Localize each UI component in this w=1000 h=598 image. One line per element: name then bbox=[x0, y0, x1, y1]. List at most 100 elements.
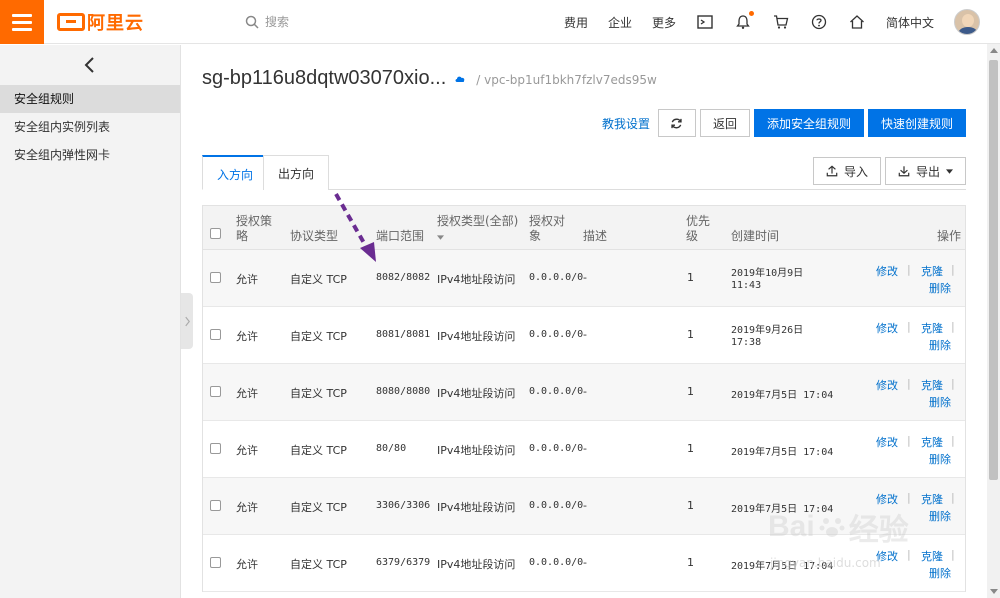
back-button[interactable]: 返回 bbox=[699, 109, 750, 137]
op-separator: | bbox=[907, 548, 911, 561]
select-all-checkbox[interactable] bbox=[210, 228, 221, 239]
clone-link[interactable]: 克隆 bbox=[921, 320, 943, 336]
clone-link[interactable]: 克隆 bbox=[921, 491, 943, 507]
cell-priority: 1 bbox=[687, 556, 694, 569]
watermark-url: jingyan.baidu.com bbox=[770, 556, 881, 570]
export-dropdown[interactable]: 导出 bbox=[884, 157, 966, 185]
clone-link[interactable]: 克隆 bbox=[921, 263, 943, 279]
row-checkbox[interactable] bbox=[210, 557, 221, 568]
search-box[interactable]: 搜索 bbox=[245, 13, 289, 30]
delete-link[interactable]: 删除 bbox=[929, 280, 951, 296]
op-separator: | bbox=[951, 320, 955, 333]
delete-link[interactable]: 删除 bbox=[929, 337, 951, 353]
tab-outbound[interactable]: 出方向 bbox=[263, 155, 330, 190]
cell-created-time: 11:43 bbox=[731, 280, 762, 291]
nav-enterprise[interactable]: 企业 bbox=[608, 14, 632, 31]
top-bar: 阿里云 搜索 费用 企业 更多 简体中文 bbox=[0, 0, 1000, 44]
cell-protocol: 自定义 TCP bbox=[290, 273, 347, 286]
bell-icon[interactable] bbox=[734, 11, 754, 31]
row-checkbox[interactable] bbox=[210, 272, 221, 283]
clone-link[interactable]: 克隆 bbox=[921, 434, 943, 450]
scroll-up-icon[interactable] bbox=[990, 48, 998, 53]
edit-link[interactable]: 修改 bbox=[876, 320, 898, 336]
cell-priority: 1 bbox=[687, 271, 694, 284]
vpc-id: / vpc-bp1uf1bkh7fzlv7eds95w bbox=[476, 73, 657, 87]
menu-bar-icon bbox=[12, 27, 32, 31]
sidebar-item-security-rules[interactable]: 安全组规则 bbox=[0, 85, 180, 113]
cell-protocol: 自定义 TCP bbox=[290, 558, 347, 571]
edit-link[interactable]: 修改 bbox=[876, 434, 898, 450]
op-separator: | bbox=[951, 491, 955, 504]
cell-auth-type: IPv4地址段访问 bbox=[437, 330, 516, 343]
tab-inbound[interactable]: 入方向 bbox=[202, 155, 269, 190]
import-button[interactable]: 导入 bbox=[812, 157, 881, 185]
cell-auth-type: IPv4地址段访问 bbox=[437, 444, 516, 457]
download-icon bbox=[898, 166, 910, 177]
cell-created-time: 17:38 bbox=[731, 337, 762, 348]
clone-link[interactable]: 克隆 bbox=[921, 377, 943, 393]
cell-created-date: 2019年9月26日 bbox=[731, 325, 804, 336]
clone-link[interactable]: 克隆 bbox=[921, 548, 943, 564]
row-checkbox[interactable] bbox=[210, 443, 221, 454]
nav-more[interactable]: 更多 bbox=[652, 14, 676, 31]
edit-link[interactable]: 修改 bbox=[876, 263, 898, 279]
caret-down-icon bbox=[437, 235, 444, 240]
language-switch[interactable]: 简体中文 bbox=[886, 14, 934, 31]
delete-link[interactable]: 删除 bbox=[929, 565, 951, 581]
help-setup-link[interactable]: 教我设置 bbox=[602, 115, 650, 132]
cloud-icon[interactable] bbox=[454, 74, 466, 84]
row-checkbox[interactable] bbox=[210, 329, 221, 340]
op-separator: | bbox=[907, 263, 911, 276]
help-icon[interactable] bbox=[810, 13, 828, 31]
add-rule-button[interactable]: 添加安全组规则 bbox=[753, 109, 864, 137]
scroll-thumb[interactable] bbox=[989, 60, 998, 480]
user-avatar[interactable] bbox=[954, 9, 980, 35]
cell-description: - bbox=[583, 271, 587, 284]
col-created: 创建时间 bbox=[731, 229, 780, 243]
cell-policy: 允许 bbox=[236, 273, 258, 286]
aliyun-logo-icon bbox=[57, 13, 85, 31]
cell-description: - bbox=[583, 442, 587, 455]
refresh-button[interactable] bbox=[657, 109, 696, 137]
quick-create-rule-button[interactable]: 快速创建规则 bbox=[867, 109, 966, 137]
sidebar-collapse-handle[interactable] bbox=[181, 293, 193, 349]
col-auth-type[interactable]: 授权类型(全部) bbox=[437, 214, 518, 244]
page-header: sg-bp116u8dqtw03070xio... / vpc-bp1uf1bk… bbox=[202, 67, 657, 90]
home-icon[interactable] bbox=[848, 13, 866, 31]
delete-link[interactable]: 删除 bbox=[929, 451, 951, 467]
sidebar-item-instances[interactable]: 安全组内实例列表 bbox=[0, 113, 180, 141]
col-policy: 授权策略 bbox=[236, 214, 273, 243]
cart-icon[interactable] bbox=[772, 13, 790, 31]
chevron-right-icon bbox=[184, 316, 190, 326]
hamburger-menu-button[interactable] bbox=[0, 0, 44, 44]
sidebar: 安全组规则 安全组内实例列表 安全组内弹性网卡 bbox=[0, 45, 181, 598]
scroll-down-icon[interactable] bbox=[990, 589, 998, 594]
watermark-logo: Bai 经验 bbox=[768, 505, 909, 549]
page-scrollbar[interactable] bbox=[987, 44, 1000, 598]
page-title: sg-bp116u8dqtw03070xio... bbox=[202, 67, 447, 89]
edit-link[interactable]: 修改 bbox=[876, 377, 898, 393]
op-separator: | bbox=[907, 377, 911, 390]
cell-policy: 允许 bbox=[236, 330, 258, 343]
chevron-left-icon bbox=[84, 57, 94, 73]
menu-bar-icon bbox=[12, 20, 32, 24]
aliyun-logo[interactable]: 阿里云 bbox=[57, 11, 144, 34]
col-port: 端口范围 bbox=[376, 229, 425, 243]
cell-created-date: 2019年7月5日 17:04 bbox=[731, 390, 834, 401]
op-separator: | bbox=[951, 263, 955, 276]
row-checkbox[interactable] bbox=[210, 386, 221, 397]
row-checkbox[interactable] bbox=[210, 500, 221, 511]
cell-auth-object: 0.0.0.0/0 bbox=[529, 329, 584, 340]
terminal-icon[interactable] bbox=[696, 13, 714, 31]
sidebar-item-eni[interactable]: 安全组内弹性网卡 bbox=[0, 141, 180, 169]
delete-link[interactable]: 删除 bbox=[929, 508, 951, 524]
delete-link[interactable]: 删除 bbox=[929, 394, 951, 410]
cell-created-date: 2019年7月5日 17:04 bbox=[731, 447, 834, 458]
cell-description: - bbox=[583, 499, 587, 512]
nav-billing[interactable]: 费用 bbox=[564, 14, 588, 31]
cell-description: - bbox=[583, 328, 587, 341]
cell-priority: 1 bbox=[687, 328, 694, 341]
sidebar-back-button[interactable] bbox=[0, 45, 180, 85]
cell-port: 80/80 bbox=[376, 443, 407, 454]
caret-down-icon bbox=[946, 168, 953, 174]
